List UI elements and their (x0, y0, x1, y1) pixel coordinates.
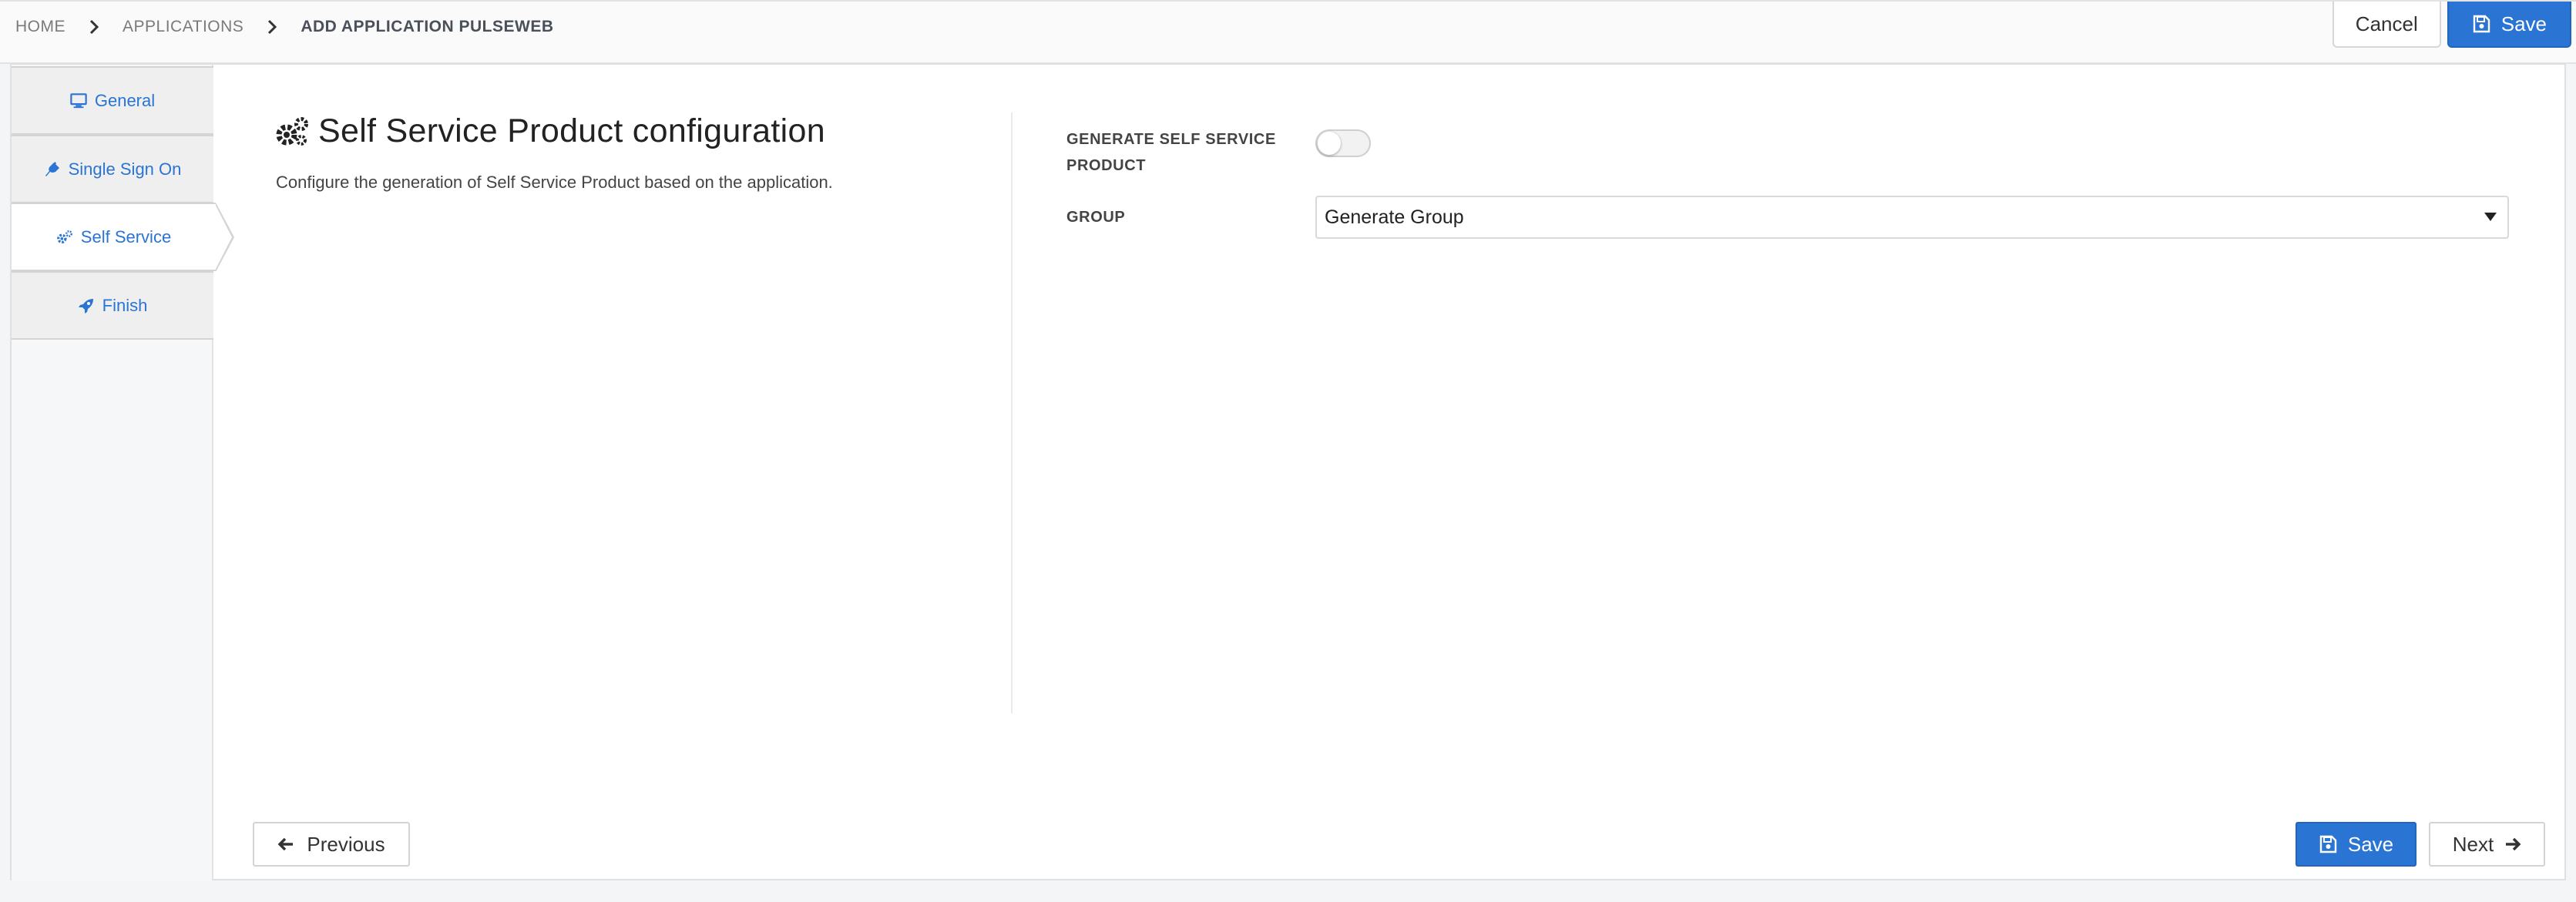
breadcrumb: HOME APPLICATIONS ADD APPLICATION PULSEW… (15, 15, 554, 39)
chevron-right-icon (81, 19, 107, 35)
tab-label: Finish (102, 295, 148, 315)
previous-button[interactable]: Previous (253, 822, 410, 867)
tab-single-sign-on[interactable]: Single Sign On (12, 135, 213, 203)
save-label: Save (2347, 832, 2394, 856)
arrow-right-icon (2504, 837, 2521, 852)
column-divider (1011, 112, 1013, 713)
save-button-top[interactable]: Save (2447, 2, 2571, 48)
save-button-bottom[interactable]: Save (2296, 822, 2416, 867)
cogs-icon (275, 116, 309, 147)
floppy-disk-icon (2319, 835, 2337, 853)
group-select[interactable]: Generate Group (1315, 196, 2509, 239)
toggle-knob (1318, 132, 1341, 155)
section-title: Self Service Product configuration (275, 112, 825, 150)
monitor-icon (70, 92, 87, 109)
header-actions: Cancel Save (2332, 2, 2571, 48)
cogs-icon (56, 229, 73, 246)
plug-icon (44, 161, 61, 178)
previous-label: Previous (307, 832, 385, 856)
rocket-icon (78, 297, 95, 314)
caret-down-icon (2484, 213, 2497, 221)
next-button[interactable]: Next (2429, 822, 2545, 867)
tab-label: General (94, 90, 156, 110)
generate-label-line1: GENERATE SELF SERVICE (1066, 131, 1276, 148)
section-title-text: Self Service Product configuration (318, 112, 825, 149)
breadcrumb-current: ADD APPLICATION PULSEWEB (301, 18, 554, 35)
save-label: Save (2500, 12, 2547, 35)
group-select-value: Generate Group (1325, 206, 1464, 228)
floppy-disk-icon (2472, 15, 2490, 33)
cancel-button[interactable]: Cancel (2332, 2, 2441, 48)
arrow-left-icon (277, 837, 294, 852)
top-bar: HOME APPLICATIONS ADD APPLICATION PULSEW… (0, 0, 2576, 64)
cancel-label: Cancel (2355, 12, 2418, 35)
generate-label-line2: PRODUCT (1066, 157, 1147, 174)
next-label: Next (2452, 832, 2494, 856)
tab-label: Single Sign On (68, 159, 182, 179)
generate-self-service-toggle[interactable] (1315, 129, 1371, 157)
active-tab-arrow-fill (215, 204, 232, 270)
wizard-panel: General Single Sign On Self Service Fini… (10, 63, 2566, 880)
group-label: GROUP (1066, 209, 1126, 226)
section-description: Configure the generation of Self Service… (276, 173, 833, 192)
breadcrumb-home[interactable]: HOME (15, 18, 65, 36)
tab-general[interactable]: General (12, 66, 213, 135)
wizard-sidebar: General Single Sign On Self Service Fini… (12, 65, 234, 880)
chevron-right-icon (259, 19, 285, 35)
breadcrumb-applications[interactable]: APPLICATIONS (123, 18, 243, 36)
tab-finish[interactable]: Finish (12, 271, 213, 340)
tab-self-service[interactable]: Self Service (12, 203, 234, 272)
tab-label: Self Service (80, 226, 172, 246)
generate-self-service-label: GENERATE SELF SERVICE PRODUCT (1066, 126, 1276, 179)
